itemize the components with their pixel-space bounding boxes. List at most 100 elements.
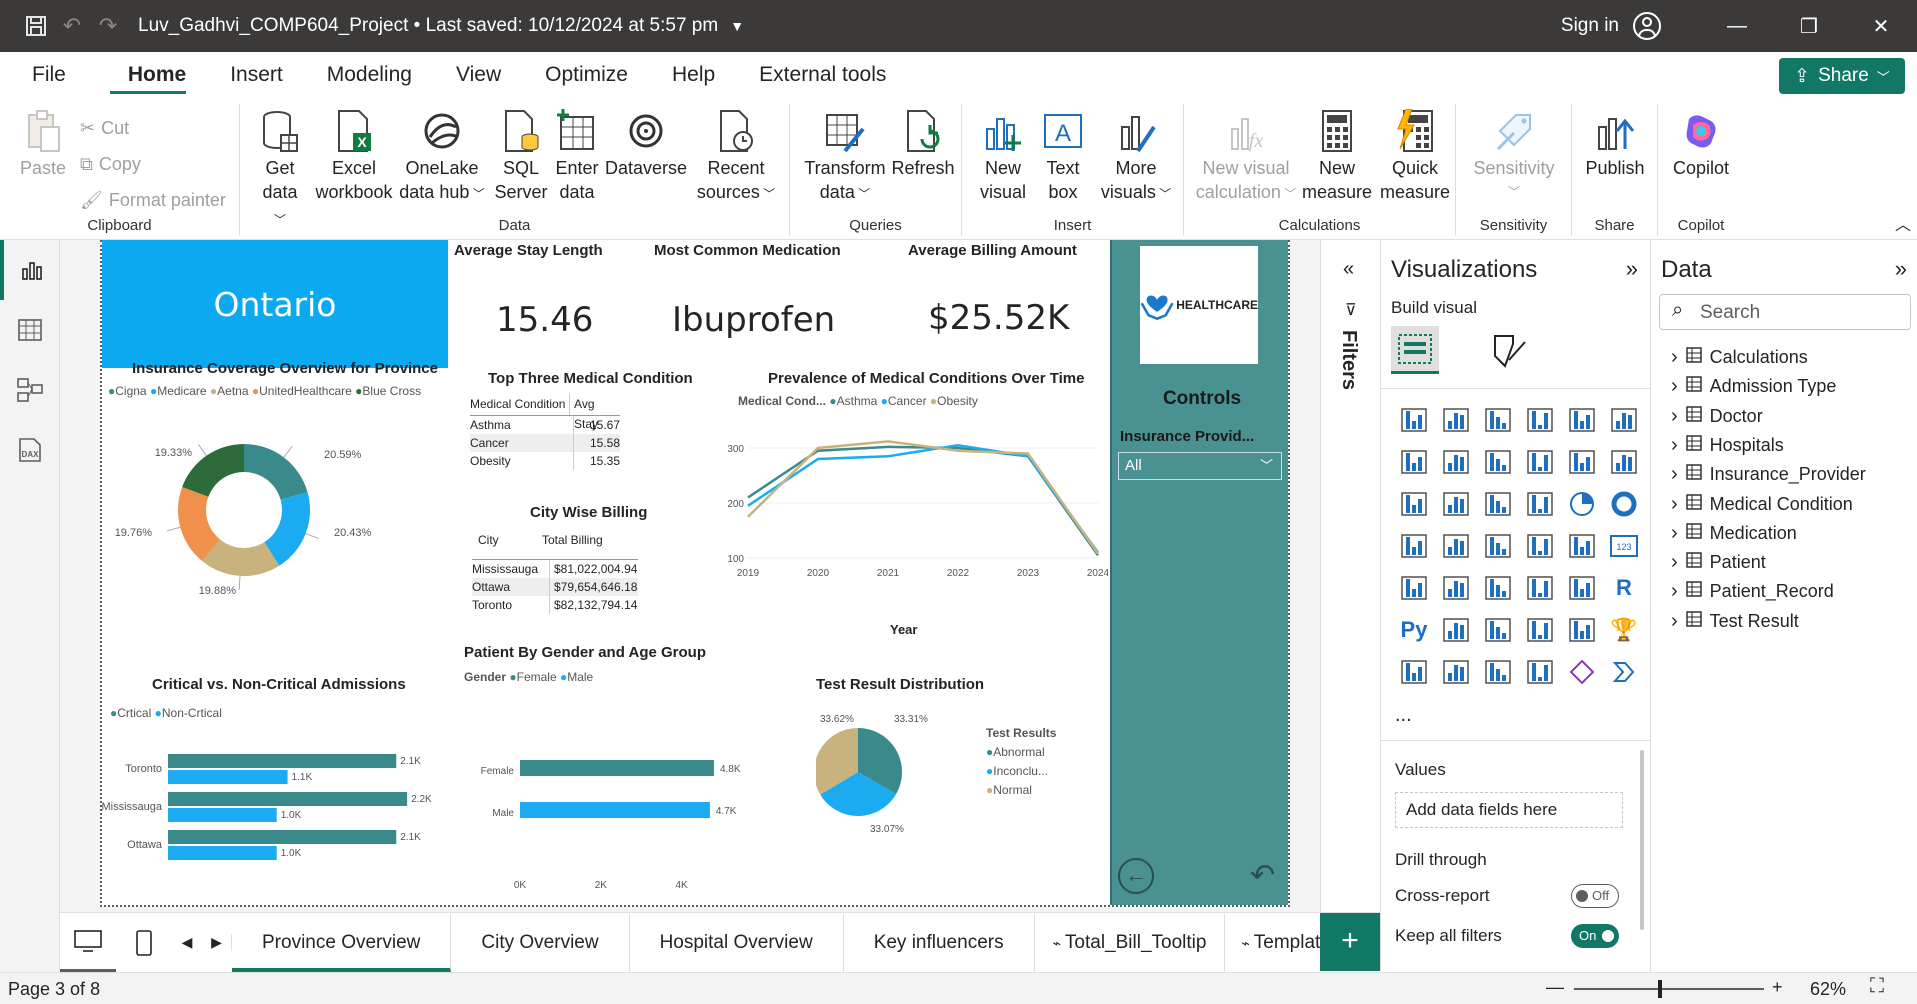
province-card[interactable]: Ontario <box>102 240 448 368</box>
trophy-visual-icon[interactable]: 🏆 <box>1603 612 1645 648</box>
chevron-right-icon[interactable]: › <box>1671 522 1678 545</box>
narrative-visual-icon[interactable] <box>1561 612 1603 648</box>
donut-chart[interactable]: 20.59% 20.43% 19.88% 19.76% 19.33% <box>102 400 448 600</box>
tab-province-overview[interactable]: Province Overview <box>232 913 452 972</box>
cross-report-toggle[interactable]: Off <box>1571 884 1619 908</box>
tab-hospital-overview[interactable]: Hospital Overview <box>630 913 844 972</box>
prev-page-icon[interactable]: ◀ <box>172 934 202 951</box>
add-data-fields-well[interactable]: Add data fields here <box>1395 792 1623 828</box>
data-table-doctor[interactable]: › Doctor <box>1671 405 1763 428</box>
line-chart[interactable]: 100 200 300 2019 2020 2021 2022 2023 2024 <box>728 418 1108 588</box>
zoom-slider[interactable] <box>1574 980 1764 998</box>
multi-card-visual-icon[interactable] <box>1393 570 1435 606</box>
zoom-in-icon[interactable]: + <box>1772 977 1783 998</box>
back-arrow-icon[interactable]: ← <box>1118 858 1154 894</box>
report-view-icon[interactable] <box>0 240 60 300</box>
refresh-button[interactable]: Refresh <box>890 108 956 180</box>
city-billing-table[interactable]: City Total Billing Mississauga $81,022,00… <box>472 530 638 614</box>
key-influencers-visual-icon[interactable] <box>1435 612 1477 648</box>
next-page-icon[interactable]: ▶ <box>202 934 232 951</box>
line-visual-icon[interactable] <box>1393 444 1435 480</box>
chevron-right-icon[interactable]: › <box>1671 493 1678 516</box>
menu-external-tools[interactable]: External tools <box>737 52 908 98</box>
publish-button[interactable]: Publish <box>1578 108 1652 180</box>
clustered-bar-visual-icon[interactable] <box>1477 402 1519 438</box>
dataverse-button[interactable]: Dataverse <box>604 108 688 180</box>
paginated-visual-icon[interactable] <box>1393 654 1435 690</box>
chevron-right-icon[interactable]: › <box>1671 463 1678 486</box>
title-dropdown-icon[interactable]: ▼ <box>730 18 744 34</box>
table-visual-icon[interactable] <box>1519 570 1561 606</box>
expand-filters-icon[interactable]: « <box>1343 258 1354 281</box>
menu-file[interactable]: File <box>0 52 88 98</box>
keep-filters-toggle[interactable]: On <box>1571 924 1619 948</box>
chevron-right-icon[interactable]: › <box>1671 405 1678 428</box>
qa-visual-icon[interactable] <box>1519 612 1561 648</box>
menu-insert[interactable]: Insert <box>208 52 305 98</box>
test-result-pie-chart[interactable]: 33.31% 33.07% 33.62% <box>816 702 996 842</box>
menu-help[interactable]: Help <box>650 52 737 98</box>
new-visual-button[interactable]: New visual <box>978 108 1028 204</box>
critical-bar-chart[interactable]: Toronto 2.1K 1.1K Mississauga 2.2K 1.0K Ottawa… <box>102 740 448 890</box>
sign-in-link[interactable]: Sign in <box>1561 15 1619 37</box>
100-bar-visual-icon[interactable] <box>1561 402 1603 438</box>
chevron-visual-icon[interactable] <box>1603 654 1645 690</box>
copilot-button[interactable]: Copilot <box>1664 108 1738 180</box>
enter-data-button[interactable]: Enter data <box>552 108 602 204</box>
tab-template[interactable]: ⌁ Template <box>1225 914 1335 972</box>
format-painter-button[interactable]: 🖌 Format painter <box>80 190 226 211</box>
data-table-hospitals[interactable]: › Hospitals <box>1671 434 1784 457</box>
collapse-data-icon[interactable]: » <box>1895 256 1907 282</box>
map-visual-icon[interactable] <box>1435 528 1477 564</box>
tab-total-bill-tooltip[interactable]: ⌁ Total_Bill_Tooltip <box>1035 913 1226 972</box>
undo-icon[interactable]: ↶ <box>54 0 90 52</box>
model-view-icon[interactable] <box>0 360 60 420</box>
metrics-visual-icon[interactable] <box>1435 654 1477 690</box>
slicer-visual-icon[interactable] <box>1477 570 1519 606</box>
matrix-visual-icon[interactable] <box>1561 570 1603 606</box>
waterfall-visual-icon[interactable] <box>1603 444 1645 480</box>
excel-workbook-button[interactable]: X Excel workbook <box>314 108 394 204</box>
cut-button[interactable]: ✂ Cut <box>80 118 129 139</box>
line-column-visual-icon[interactable] <box>1561 444 1603 480</box>
copy-button[interactable]: ⧉ Copy <box>80 154 141 175</box>
treemap-visual-icon[interactable] <box>1393 528 1435 564</box>
menu-modeling[interactable]: Modeling <box>305 52 434 98</box>
power-automate-visual-icon[interactable] <box>1519 654 1561 690</box>
diamond-visual-icon[interactable] <box>1561 654 1603 690</box>
data-table-medical-condition[interactable]: › Medical Condition <box>1671 493 1853 516</box>
funnel-visual-icon[interactable] <box>1477 486 1519 522</box>
recent-sources-button[interactable]: Recent sources ﹀ <box>694 108 778 206</box>
chevron-right-icon[interactable]: › <box>1671 551 1678 574</box>
stacked-column-visual-icon[interactable] <box>1435 402 1477 438</box>
ribbon-chart-visual-icon[interactable] <box>1393 486 1435 522</box>
ribbon-visual-icon[interactable] <box>1519 444 1561 480</box>
sensitivity-button[interactable]: Sensitivity ﹀ <box>1464 108 1564 204</box>
menu-home[interactable]: Home <box>88 52 208 98</box>
100-column-visual-icon[interactable] <box>1603 402 1645 438</box>
data-search-box[interactable]: ⌕ Search <box>1659 294 1911 330</box>
paste-button[interactable]: Paste <box>16 108 70 180</box>
get-data-button[interactable]: Get data ﹀ <box>258 108 302 232</box>
share-button[interactable]: ⇪ Share ﹀ <box>1779 58 1905 94</box>
tab-key-influencers[interactable]: Key influencers <box>844 913 1035 972</box>
quick-measure-button[interactable]: Quick measure <box>1378 108 1452 204</box>
new-measure-button[interactable]: New measure <box>1300 108 1374 204</box>
r-visual-visual-icon[interactable]: R <box>1603 570 1645 606</box>
stacked-area-visual-icon[interactable] <box>1477 444 1519 480</box>
data-table-admission-type[interactable]: › Admission Type <box>1671 375 1836 398</box>
data-table-patient[interactable]: › Patient <box>1671 551 1766 574</box>
desktop-layout-icon[interactable] <box>60 914 116 972</box>
minimize-icon[interactable]: — <box>1701 0 1773 52</box>
mobile-layout-icon[interactable] <box>116 914 172 972</box>
transform-data-button[interactable]: Transform data ﹀ <box>804 108 886 206</box>
more-visuals-ellipsis[interactable]: ... <box>1395 704 1412 727</box>
text-box-button[interactable]: A Text box <box>1038 108 1088 204</box>
data-table-insurance-provider[interactable]: › Insurance_Provider <box>1671 463 1866 486</box>
build-visual-tab[interactable] <box>1391 326 1439 374</box>
power-apps-visual-icon[interactable] <box>1477 654 1519 690</box>
clustered-column-visual-icon[interactable] <box>1519 402 1561 438</box>
python-visual-visual-icon[interactable]: Py <box>1393 612 1435 648</box>
add-page-button[interactable]: + <box>1320 913 1380 971</box>
format-visual-tab[interactable] <box>1491 332 1527 373</box>
